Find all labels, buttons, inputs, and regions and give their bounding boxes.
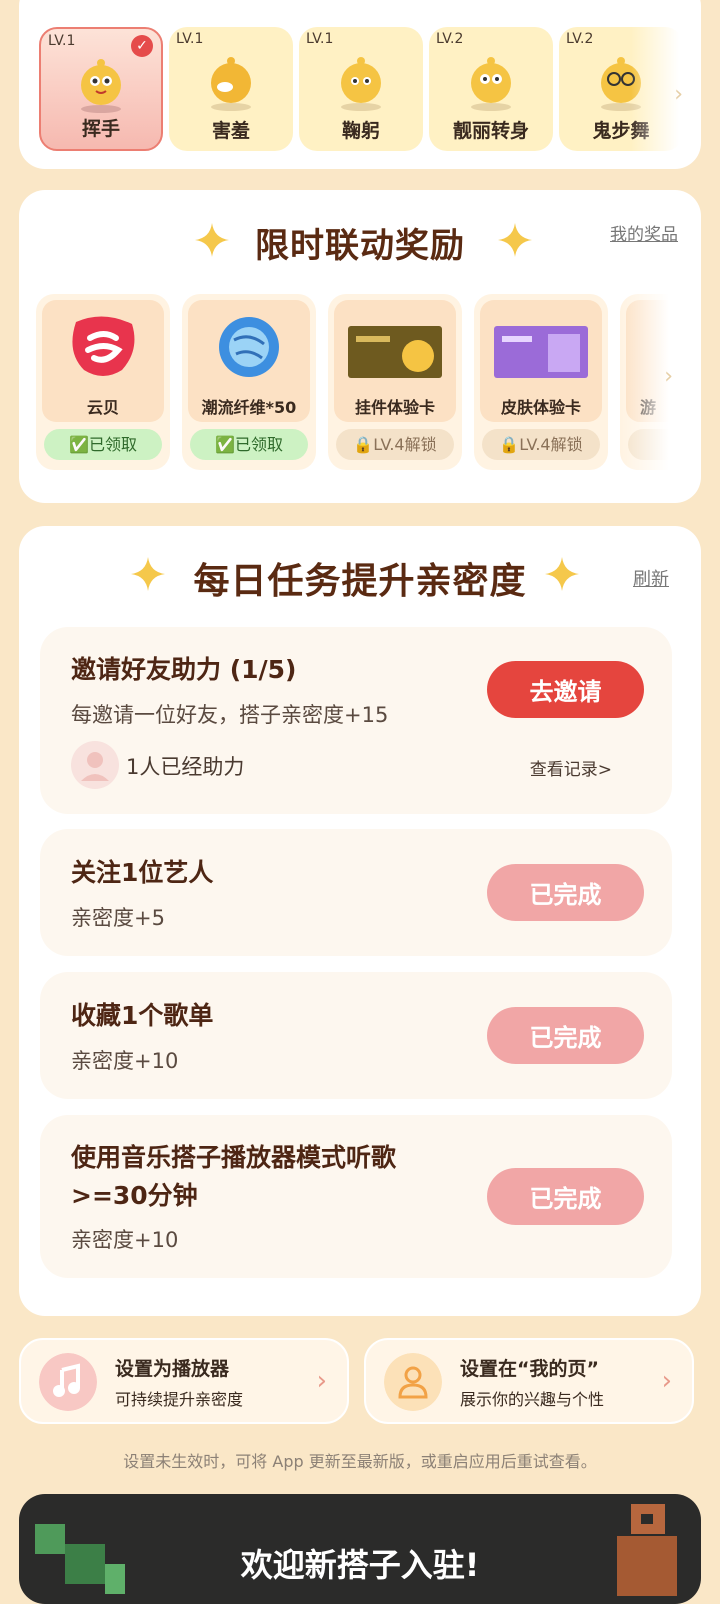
banner-title: 欢迎新搭子入驻! (240, 1546, 480, 1584)
level-label: LV.1 (176, 31, 204, 47)
chevron-right-icon: › (316, 1366, 327, 1396)
avatar-icon (71, 741, 119, 789)
reward-status-claimed: ✅已领取 (44, 429, 162, 460)
action-name: 挥手 (81, 118, 120, 140)
view-records-link[interactable]: 查看记录> (530, 755, 612, 780)
action-tile-bow[interactable]: LV.1 鞠躬 (299, 27, 423, 151)
reward-image-frame: 挂件体验卡 (334, 300, 456, 422)
reward-status-locked: 🔒LV.4解锁 (336, 429, 454, 460)
sparkle-icon (498, 223, 532, 257)
tasks-card: 每日任务提升亲密度 刷新 邀请好友助力 (1/5) 每邀请一位好友，搭子亲密度+… (19, 526, 701, 1316)
task-done-button[interactable]: 已完成 (487, 1168, 644, 1225)
reward-tile-pendant[interactable]: 挂件体验卡 🔒LV.4解锁 (328, 294, 462, 470)
action-name: 鞠躬 (341, 120, 380, 142)
tasks-title: 每日任务提升亲密度 (193, 561, 527, 602)
pendant-card-icon (348, 326, 442, 378)
welcome-banner[interactable]: 欢迎新搭子入驻! (19, 1494, 701, 1604)
level-label: LV.1 (306, 31, 334, 47)
settings-note: 设置未生效时，可将 App 更新至最新版，或重启应用后重试查看。 (123, 1452, 597, 1471)
task-title-line2: >=30分钟 (71, 1181, 198, 1210)
reward-image-frame: 潮流纤维*50 (188, 300, 310, 422)
invite-button[interactable]: 去邀请 (487, 661, 644, 718)
my-prizes-link[interactable]: 我的奖品 (610, 220, 678, 245)
selected-check-icon: ✓ (131, 35, 153, 57)
person-icon (384, 1353, 442, 1411)
action-name: 靓丽转身 (452, 120, 529, 142)
refresh-link[interactable]: 刷新 (633, 565, 669, 591)
setting-subtitle: 可持续提升亲密度 (115, 1390, 244, 1409)
level-label: LV.1 (48, 33, 76, 49)
reward-name: 云贝 (86, 398, 119, 417)
reward-status-text: LV.4解锁 (519, 435, 583, 454)
mascot-bow-icon (341, 57, 381, 111)
level-label: LV.2 (436, 31, 464, 47)
rewards-card: 限时联动奖励 我的奖品 云贝 ✅已领取 潮流纤维*50 ✅已领取 挂件体验卡 🔒… (19, 190, 701, 503)
task-title: 邀请好友助力 (1/5) (71, 655, 297, 684)
task-listen-player: 使用音乐搭子播放器模式听歌 >=30分钟 亲密度+10 已完成 (40, 1115, 672, 1278)
task-done-button[interactable]: 已完成 (487, 1007, 644, 1064)
task-reward: 亲密度+5 (71, 906, 165, 930)
task-title: 关注1位艺人 (71, 858, 214, 887)
set-as-player-card[interactable]: 设置为播放器 可持续提升亲密度 › (19, 1338, 349, 1424)
reward-name: 潮流纤维*50 (201, 398, 297, 417)
task-invite: 邀请好友助力 (1/5) 每邀请一位好友，搭子亲密度+15 去邀请 1人已经助力… (40, 627, 672, 814)
reward-tile-yunbei[interactable]: 云贝 ✅已领取 (36, 294, 170, 470)
reward-status-text: 已领取 (88, 435, 137, 454)
reward-image-frame: 皮肤体验卡 (480, 300, 602, 422)
lock-icon: 🔒 (499, 435, 520, 454)
level-label: LV.2 (566, 31, 594, 47)
task-collect-playlist: 收藏1个歌单 亲密度+10 已完成 (40, 972, 672, 1099)
rewards-title: 限时联动奖励 (255, 226, 465, 266)
task-title: 收藏1个歌单 (71, 1001, 214, 1030)
action-list[interactable]: LV.1 ✓ 挥手 LV.1 害羞 LV.1 鞠躬 LV.2 靓丽转身 LV.2… (39, 27, 691, 155)
reward-tile-fiber[interactable]: 潮流纤维*50 ✅已领取 (182, 294, 316, 470)
chevron-right-icon: › (661, 1366, 672, 1396)
action-tile-wave[interactable]: LV.1 ✓ 挥手 (39, 27, 163, 151)
mascot-wave-icon (81, 59, 121, 113)
task-reward: 亲密度+10 (71, 1049, 179, 1073)
reward-status-text: LV.4解锁 (373, 435, 437, 454)
task-done-button[interactable]: 已完成 (487, 864, 644, 921)
reward-name: 挂件体验卡 (354, 398, 435, 417)
fiber-ball-icon (219, 317, 279, 377)
mascot-shy-icon (211, 57, 251, 111)
set-on-my-page-card[interactable]: 设置在“我的页” 展示你的兴趣与个性 › (364, 1338, 694, 1424)
lock-icon: 🔒 (353, 435, 374, 454)
scroll-right-icon[interactable]: › (674, 82, 683, 107)
music-note-icon (39, 1353, 97, 1411)
yunbei-icon (72, 316, 135, 376)
action-tile-shy[interactable]: LV.1 害羞 (169, 27, 293, 151)
reward-image-frame: 云贝 (42, 300, 164, 422)
setting-subtitle: 展示你的兴趣与个性 (460, 1390, 605, 1409)
task-reward: 亲密度+10 (71, 1228, 179, 1252)
skin-card-icon (494, 326, 588, 378)
task-reward: 每邀请一位好友，搭子亲密度+15 (71, 703, 389, 727)
helped-count: 1人已经助力 (126, 755, 245, 779)
action-name: 害羞 (211, 120, 250, 142)
reward-list[interactable]: 云贝 ✅已领取 潮流纤维*50 ✅已领取 挂件体验卡 🔒LV.4解锁 皮肤体验卡… (36, 294, 681, 472)
task-follow-artist: 关注1位艺人 亲密度+5 已完成 (40, 829, 672, 956)
actions-card: LV.1 ✓ 挥手 LV.1 害羞 LV.1 鞠躬 LV.2 靓丽转身 LV.2… (19, 0, 701, 169)
reward-name: 皮肤体验卡 (500, 398, 581, 417)
reward-status-locked: 🔒LV.4解锁 (482, 429, 600, 460)
task-title-line1: 使用音乐搭子播放器模式听歌 (71, 1143, 397, 1172)
sparkle-icon (545, 557, 579, 591)
setting-title: 设置在“我的页” (460, 1358, 599, 1380)
reward-tile-skin[interactable]: 皮肤体验卡 🔒LV.4解锁 (474, 294, 608, 470)
reward-status-text: 已领取 (234, 435, 283, 454)
setting-title: 设置为播放器 (115, 1358, 230, 1380)
check-circle-icon: ✅ (215, 435, 235, 454)
check-circle-icon: ✅ (69, 435, 89, 454)
action-tile-spin[interactable]: LV.2 靓丽转身 (429, 27, 553, 151)
reward-status-claimed: ✅已领取 (190, 429, 308, 460)
mascot-spin-icon (471, 57, 511, 111)
scroll-right-icon[interactable]: › (664, 364, 673, 389)
